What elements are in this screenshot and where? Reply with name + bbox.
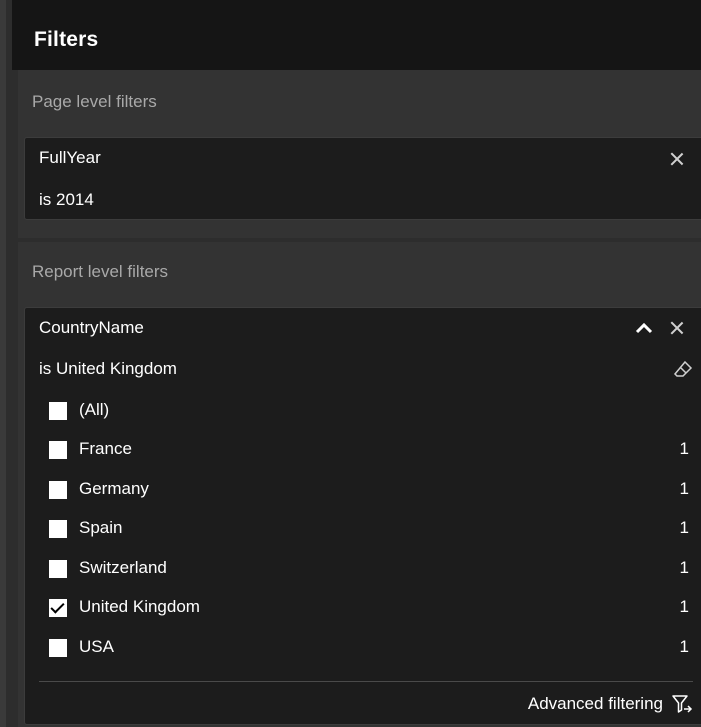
fullyear-filter-card[interactable]: FullYear is 2014 bbox=[24, 137, 701, 220]
eraser-icon[interactable] bbox=[673, 360, 693, 378]
list-item-united-kingdom[interactable]: United Kingdom 1 bbox=[49, 596, 689, 624]
pane-title: Filters bbox=[34, 28, 99, 51]
filter-field-name: FullYear bbox=[39, 148, 101, 167]
checkbox[interactable] bbox=[49, 441, 67, 459]
list-item-count: 1 bbox=[679, 637, 689, 656]
list-item-label: Switzerland bbox=[79, 558, 167, 577]
list-item-switzerland[interactable]: Switzerland 1 bbox=[49, 557, 689, 585]
list-item-count: 1 bbox=[679, 597, 689, 616]
filter-condition: is United Kingdom bbox=[39, 359, 177, 378]
filter-field-name: CountryName bbox=[39, 318, 144, 337]
list-item-label: Germany bbox=[79, 479, 149, 498]
close-icon[interactable] bbox=[669, 320, 685, 336]
list-item-label: (All) bbox=[79, 400, 110, 419]
advanced-filtering-label: Advanced filtering bbox=[527, 694, 663, 713]
list-item-label: USA bbox=[79, 637, 114, 656]
filter-condition: is 2014 bbox=[39, 190, 94, 209]
list-item-label: France bbox=[79, 439, 132, 458]
list-item-germany[interactable]: Germany 1 bbox=[49, 478, 689, 506]
filters-pane: Filters Page level filters FullYear is 2… bbox=[0, 0, 701, 727]
report-level-label: Report level filters bbox=[32, 262, 169, 281]
list-item-label: Spain bbox=[79, 518, 123, 537]
chevron-up-icon[interactable] bbox=[635, 322, 653, 334]
checkbox[interactable] bbox=[49, 639, 67, 657]
filter-arrow-icon bbox=[672, 695, 693, 713]
list-item-usa[interactable]: USA 1 bbox=[49, 636, 689, 664]
advanced-filtering-button[interactable]: Advanced filtering bbox=[528, 692, 693, 716]
list-item-label: United Kingdom bbox=[79, 597, 200, 616]
checkbox[interactable] bbox=[49, 560, 67, 578]
close-icon[interactable] bbox=[669, 151, 685, 167]
countryname-filter-card[interactable]: CountryName is United Kingdom (All) Fran… bbox=[24, 307, 701, 725]
list-item-spain[interactable]: Spain 1 bbox=[49, 517, 689, 545]
checkbox[interactable] bbox=[49, 481, 67, 499]
list-item-count: 1 bbox=[679, 518, 689, 537]
filters-header: Filters bbox=[12, 0, 701, 70]
list-item-count: 1 bbox=[679, 479, 689, 498]
page-level-label: Page level filters bbox=[32, 92, 157, 111]
checkbox[interactable] bbox=[49, 402, 67, 420]
list-item-count: 1 bbox=[679, 558, 689, 577]
checkbox-checked[interactable] bbox=[49, 599, 67, 617]
divider bbox=[39, 681, 693, 682]
list-item-count: 1 bbox=[679, 439, 689, 458]
list-item-france[interactable]: France 1 bbox=[49, 438, 689, 466]
checkbox[interactable] bbox=[49, 520, 67, 538]
list-item-all[interactable]: (All) bbox=[49, 399, 689, 427]
